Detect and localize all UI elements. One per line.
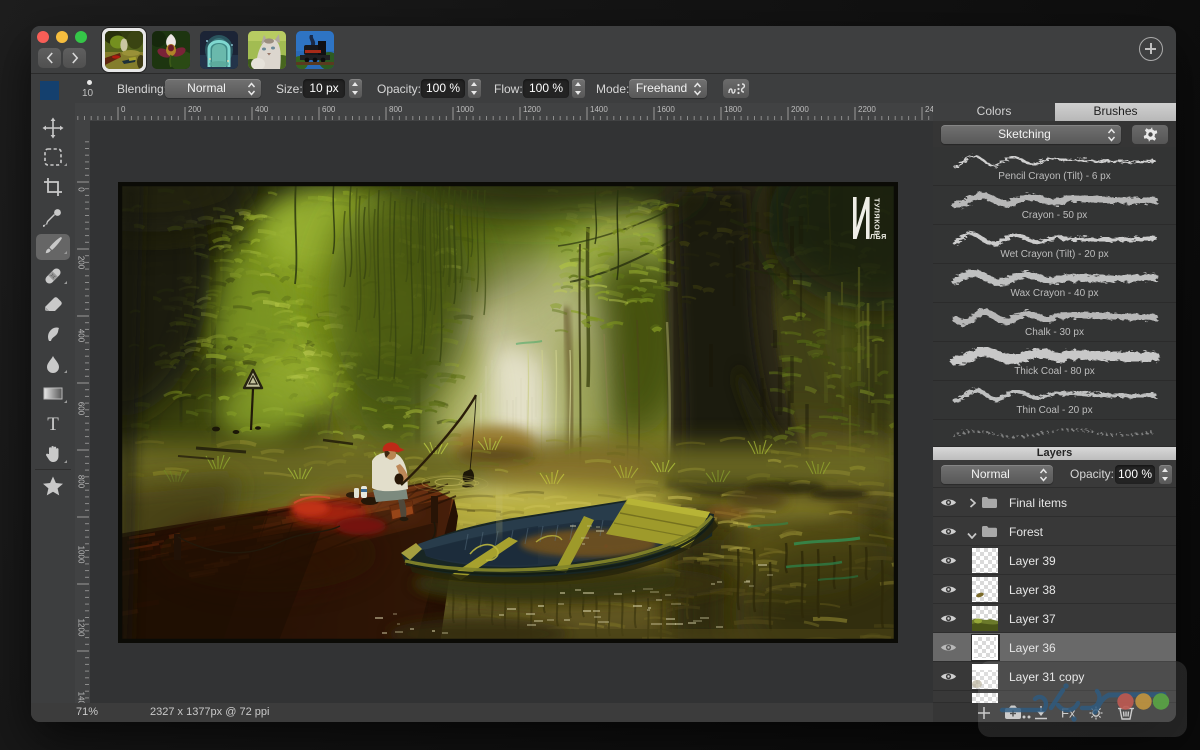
svg-text:ТУЛЯКОВ: ТУЛЯКОВ	[873, 198, 882, 236]
svg-text:T: T	[47, 414, 59, 434]
svg-text:ЛЬЯ: ЛЬЯ	[870, 232, 887, 241]
